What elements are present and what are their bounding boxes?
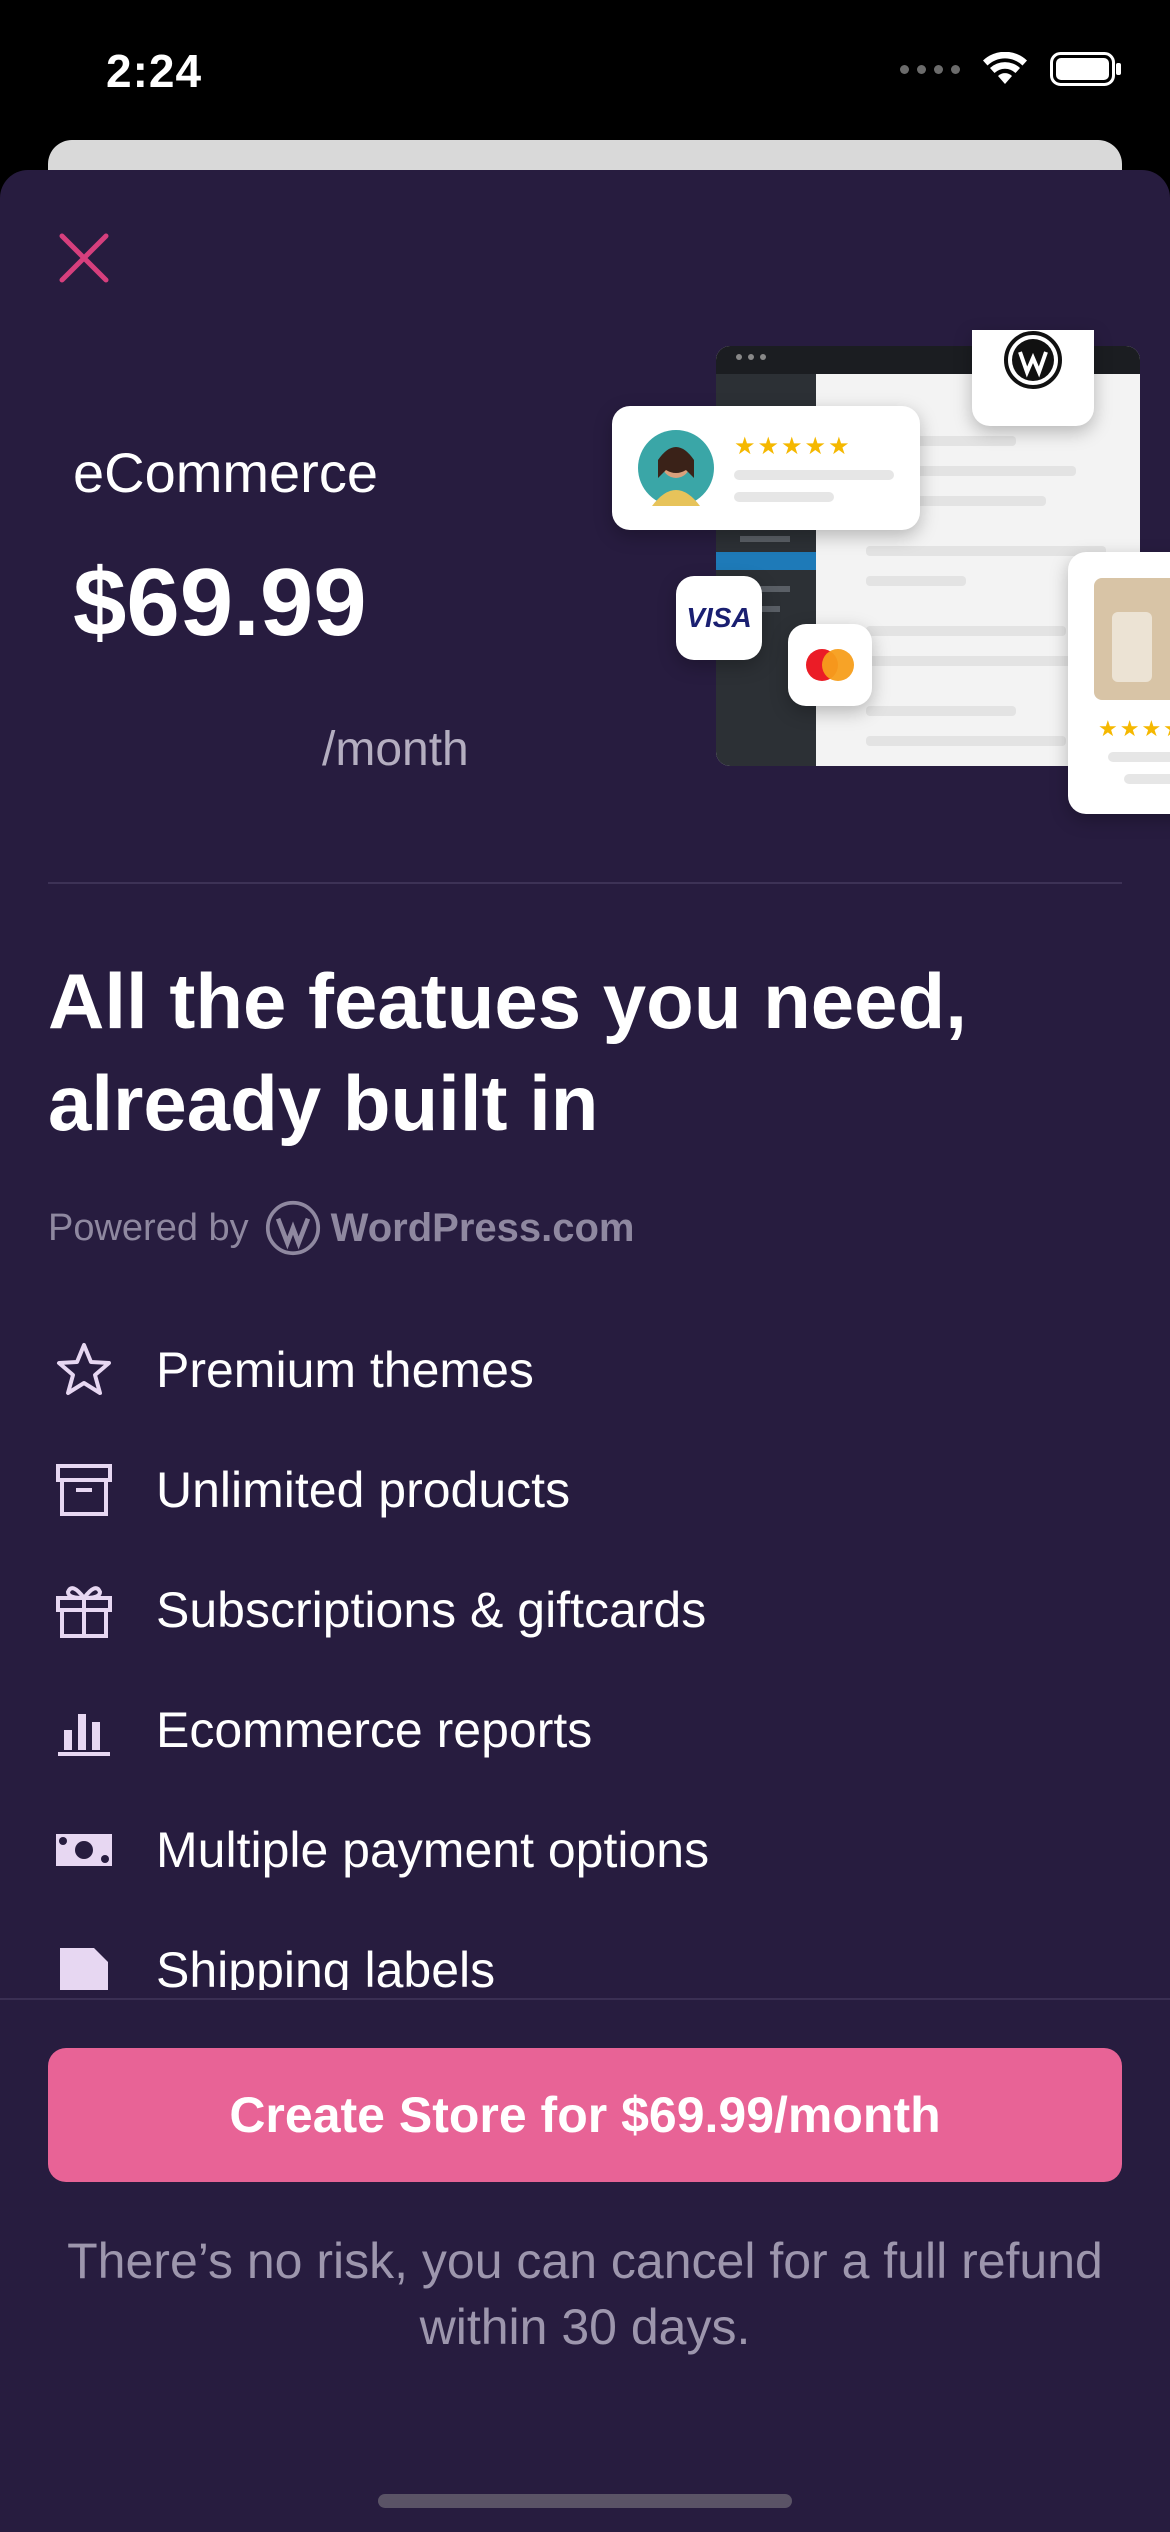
star-icon [48, 1334, 120, 1406]
mastercard-card [788, 624, 872, 706]
feature-label: Subscriptions & giftcards [156, 1582, 707, 1638]
mastercard-logo-icon [806, 649, 854, 681]
feature-item: Shipping labels [48, 1930, 495, 1990]
feature-list: Premium themes Unlimited products Subscr… [48, 1330, 1122, 1990]
wifi-icon [983, 52, 1027, 84]
product-card: ★★★★★ [1068, 552, 1170, 814]
money-icon [48, 1814, 120, 1886]
home-indicator[interactable] [378, 2494, 792, 2508]
powered-by-label: Powered by [48, 1206, 249, 1249]
feature-item: Premium themes [48, 1330, 534, 1410]
plan-period: /month [322, 723, 469, 776]
wordpress-logo-icon [1004, 331, 1062, 389]
cellular-signal-icon [900, 64, 960, 74]
status-icons [900, 52, 1122, 86]
wordpress-logo-icon [265, 1200, 320, 1256]
status-time: 2:24 [106, 45, 203, 97]
wordpress-com-logo: WordPress.com [265, 1200, 635, 1256]
feature-label: Shipping labels [156, 1942, 496, 1990]
powered-by: Powered by WordPress.com [48, 1200, 634, 1256]
feature-label: Ecommerce reports [156, 1702, 593, 1758]
plan-name: eCommerce [73, 441, 378, 504]
bar-chart-icon [48, 1694, 120, 1766]
battery-icon [1050, 52, 1121, 86]
feature-label: Unlimited products [156, 1462, 571, 1518]
feature-label: Multiple payment options [156, 1822, 710, 1878]
wordpress-badge [972, 330, 1094, 426]
status-bar: 2:24 [0, 0, 1170, 150]
gift-icon [48, 1574, 120, 1646]
review-card: ★★★★★ [612, 406, 920, 530]
close-button[interactable] [52, 226, 116, 290]
rating-stars: ★★★★★ [734, 433, 852, 460]
visa-logo: VISA [686, 602, 752, 633]
plan-price: $69.99 [73, 549, 367, 656]
feature-item: Ecommerce reports [48, 1690, 592, 1770]
plan-sheet: eCommerce $69.99 /month ★★★★★ VISA ★★★ A… [0, 170, 1170, 2532]
feature-item: Multiple payment options [48, 1810, 709, 1890]
archive-box-icon [48, 1454, 120, 1526]
close-icon [59, 233, 109, 283]
refund-note: There’s no risk, you can cancel for a fu… [67, 2233, 1103, 2355]
headline: All the featues you need, already built … [48, 957, 967, 1147]
avatar [638, 430, 714, 506]
visa-card: VISA [676, 576, 762, 660]
footer-divider [0, 1998, 1170, 2000]
store-illustration: ★★★★★ VISA ★★★★★ [600, 330, 1170, 850]
create-store-button[interactable]: Create Store for $69.99/month [48, 2048, 1122, 2182]
shipping-label-icon [48, 1934, 120, 1990]
wordpress-com-label: WordPress.com [330, 1205, 635, 1250]
divider [48, 882, 1122, 884]
product-rating-stars: ★★★★★ [1098, 716, 1170, 741]
feature-label: Premium themes [156, 1342, 534, 1398]
feature-item: Subscriptions & giftcards [48, 1570, 706, 1650]
feature-item: Unlimited products [48, 1450, 570, 1530]
